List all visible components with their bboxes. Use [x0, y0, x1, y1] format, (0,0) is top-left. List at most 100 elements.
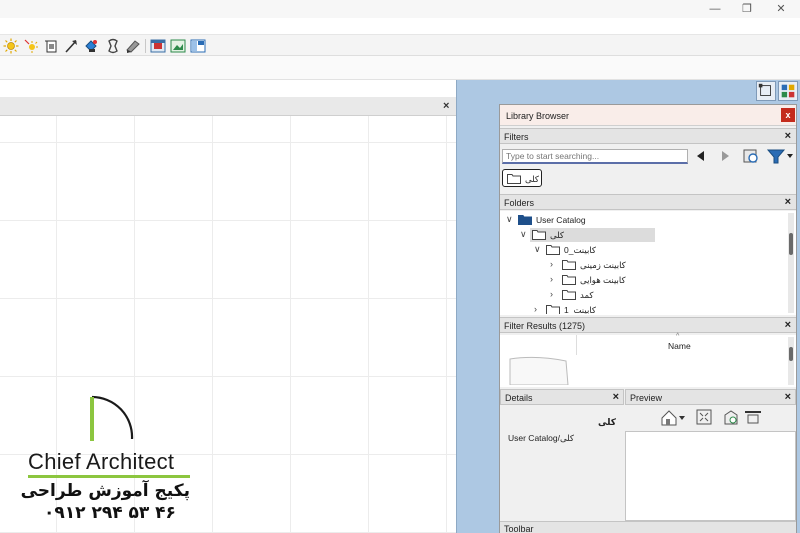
- folder-icon: [546, 245, 560, 255]
- chief-architect-logo-mark: [90, 395, 134, 441]
- filter-results-label: Filter Results (1275): [504, 321, 586, 331]
- column-divider: [576, 335, 577, 355]
- tree-item-label: کمد: [580, 290, 594, 300]
- image-view-icon[interactable]: [170, 38, 186, 54]
- preview-label: Preview: [630, 393, 663, 403]
- filters-header: Filters ×: [500, 128, 796, 144]
- home-view-icon[interactable]: [660, 409, 686, 427]
- camera-add-icon[interactable]: [43, 38, 59, 54]
- catalog-folder-icon: [518, 215, 532, 225]
- library-search-input[interactable]: [502, 149, 688, 164]
- view-toggle-button[interactable]: [756, 81, 776, 101]
- tree-item-label: کابینت زمینی: [580, 260, 626, 270]
- tree-caret[interactable]: ›: [534, 304, 537, 314]
- paint-bucket-icon[interactable]: [83, 38, 99, 54]
- tree-item-label: کابینت_0: [564, 245, 596, 255]
- title-bar: — ❐ ✕: [0, 0, 800, 18]
- layout-view-icon[interactable]: [190, 38, 206, 54]
- folders-scroll-thumb[interactable]: [789, 233, 793, 255]
- folders-label: Folders: [504, 198, 535, 208]
- logo-underline: [28, 475, 190, 478]
- tree-caret[interactable]: ∨: [534, 244, 541, 255]
- tree-item-label: کابینت_1: [564, 305, 596, 314]
- tree-item-folder[interactable]: ∨ کابینت_0: [532, 243, 672, 257]
- filter-results-header: Filter Results (1275) ×: [500, 317, 796, 333]
- folder-icon: [546, 305, 560, 314]
- main-toolbar: [0, 34, 800, 56]
- filters-close-button[interactable]: ×: [785, 130, 791, 142]
- folder-icon: [532, 230, 546, 240]
- folders-close-button[interactable]: ×: [785, 196, 791, 208]
- filters-label: Filters: [504, 132, 529, 142]
- folder-icon: [562, 260, 576, 270]
- sort-indicator-icon: ^: [676, 333, 680, 340]
- tree-item-folder[interactable]: › کابینت زمینی: [548, 258, 688, 272]
- tree-item-folder[interactable]: ∨ کلی: [518, 228, 658, 242]
- forward-arrow-icon[interactable]: [718, 149, 732, 163]
- toolbar-section-header: Toolbar: [500, 521, 796, 533]
- details-close-button[interactable]: ×: [613, 391, 619, 403]
- preview-close-button[interactable]: ×: [785, 391, 791, 403]
- logo-brand-text: Chief Architect: [28, 449, 175, 474]
- details-header: Details ×: [500, 389, 624, 405]
- render-view-icon[interactable]: [150, 38, 166, 54]
- folder-icon: [507, 174, 521, 184]
- filter-funnel-icon[interactable]: [766, 147, 794, 165]
- library-toggle-button[interactable]: [778, 81, 798, 101]
- details-path: User Catalog/کلی: [508, 433, 574, 443]
- tree-item-label: کلی: [550, 230, 564, 240]
- catalog-refresh-icon[interactable]: [742, 147, 760, 165]
- secondary-toolbar-row: [0, 56, 800, 80]
- library-title: Library Browser: [506, 111, 570, 121]
- material-preview-icon[interactable]: [722, 409, 740, 427]
- tree-item-folder[interactable]: › کمد: [548, 288, 688, 302]
- tree-item-label: User Catalog: [536, 215, 586, 225]
- logo-subtitle: پکیج آموزش طراحی: [20, 481, 190, 501]
- result-thumbnail[interactable]: [506, 355, 570, 386]
- tree-caret[interactable]: ∨: [506, 214, 513, 225]
- tree-item-folder[interactable]: › کابینت هوایی: [548, 273, 688, 287]
- side-button-group: [756, 80, 800, 102]
- material-eyedropper-icon[interactable]: [105, 38, 121, 54]
- close-window-button[interactable]: ✕: [766, 1, 796, 17]
- filter-chip[interactable]: کلی: [502, 169, 542, 187]
- details-label: Details: [505, 393, 533, 403]
- sun-light-icon[interactable]: [3, 38, 19, 54]
- results-close-button[interactable]: ×: [785, 319, 791, 331]
- results-scrollbar[interactable]: [788, 337, 794, 385]
- filter-chip-label: کلی: [525, 174, 539, 184]
- logo-phone: ۰۹۱۲ ۲۹۴ ۵۳ ۴۶: [44, 503, 176, 523]
- tree-caret[interactable]: ›: [550, 274, 553, 284]
- frame-icon: [758, 83, 771, 96]
- pencil-ruler-icon[interactable]: [125, 38, 141, 54]
- elevation-view-icon[interactable]: [744, 409, 762, 425]
- back-arrow-icon[interactable]: [694, 149, 708, 163]
- minimize-button[interactable]: —: [700, 1, 730, 17]
- library-close-button[interactable]: x: [781, 108, 795, 122]
- preview-canvas[interactable]: [625, 431, 796, 521]
- tree-item-user-catalog[interactable]: ∨ User Catalog: [504, 213, 704, 227]
- cabinet-thumbnail-icon: [509, 356, 569, 386]
- maximize-button[interactable]: ❐: [732, 1, 762, 17]
- details-title: کلی: [597, 417, 616, 427]
- tree-caret[interactable]: ∨: [520, 229, 527, 240]
- library-browser-panel: Library Browser x Filters × کلی Folders …: [499, 104, 797, 533]
- folders-scrollbar[interactable]: [788, 213, 794, 313]
- details-body: کلی User Catalog/کلی: [500, 405, 624, 521]
- tree-caret[interactable]: ›: [550, 259, 553, 269]
- spot-light-icon[interactable]: [23, 38, 39, 54]
- brand-logo: Chief Architect پکیج آموزش طراحی ۰۹۱۲ ۲۹…: [0, 395, 200, 533]
- folder-icon: [562, 275, 576, 285]
- library-grid-icon: [781, 84, 795, 98]
- fit-window-icon[interactable]: [696, 409, 712, 425]
- toolbar-separator: [145, 39, 146, 53]
- results-scroll-thumb[interactable]: [789, 347, 793, 361]
- tree-caret[interactable]: ›: [550, 289, 553, 299]
- preview-header: Preview ×: [625, 389, 796, 405]
- arrow-pointer-icon[interactable]: [63, 38, 79, 54]
- drawing-close-button[interactable]: ×: [443, 100, 449, 112]
- tree-item-label: کابینت هوایی: [580, 275, 626, 285]
- results-column-name[interactable]: Name: [668, 341, 691, 351]
- tree-item-folder[interactable]: › کابینت_1: [532, 303, 672, 314]
- drawing-tab-header: ×: [0, 97, 456, 116]
